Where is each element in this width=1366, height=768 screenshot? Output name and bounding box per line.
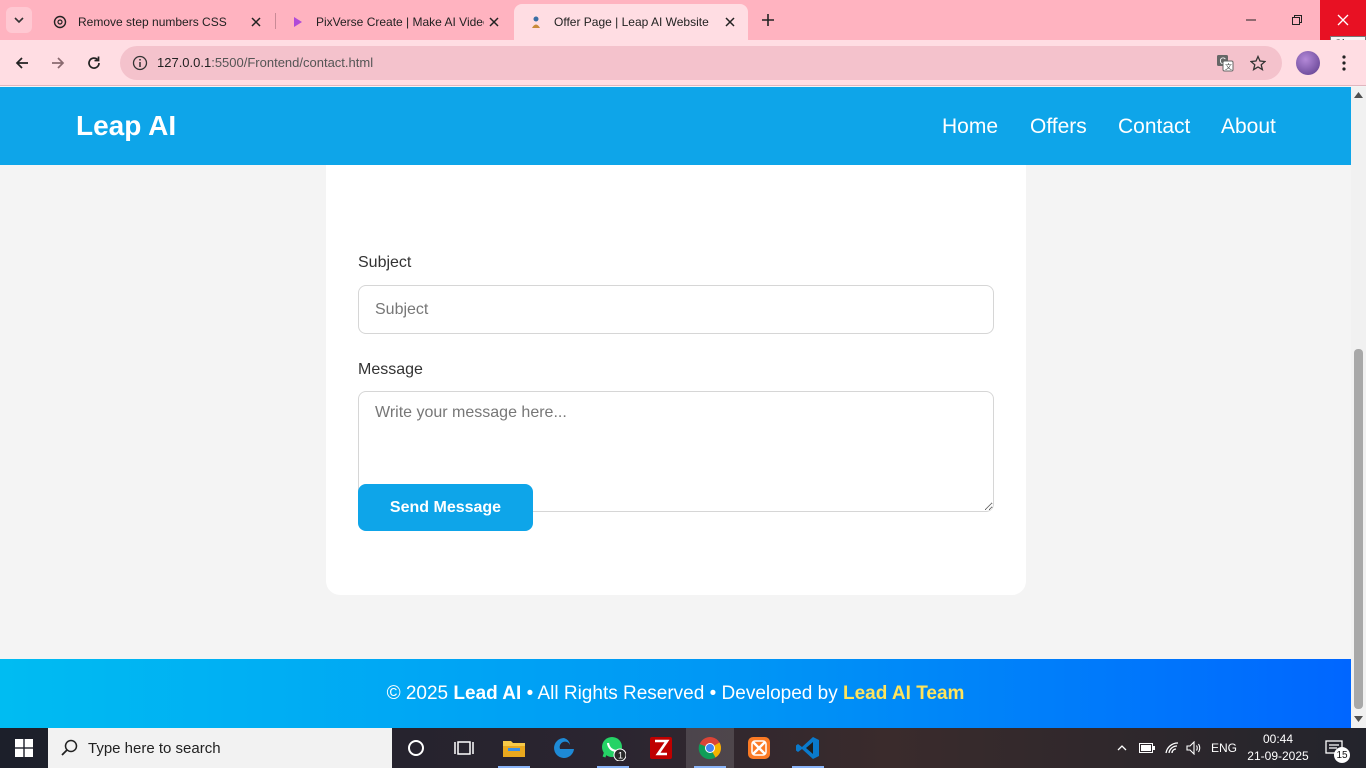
plus-icon <box>762 14 774 26</box>
tab-search-button[interactable] <box>6 7 32 33</box>
notification-badge: 15 <box>1334 747 1350 763</box>
start-button[interactable] <box>0 728 48 768</box>
cortana-icon[interactable] <box>392 728 440 768</box>
forward-button[interactable] <box>46 51 70 75</box>
reload-button[interactable] <box>82 51 106 75</box>
chrome-icon[interactable] <box>686 728 734 768</box>
nav-offers[interactable]: Offers <box>1030 115 1087 139</box>
restore-icon <box>1292 15 1302 25</box>
edge-icon[interactable] <box>540 728 588 768</box>
back-arrow-icon <box>15 57 28 69</box>
clock-time: 00:44 <box>1262 732 1294 746</box>
language-indicator[interactable]: ENG <box>1206 728 1242 768</box>
footer-brand: Lead AI <box>453 682 522 704</box>
chevron-down-icon <box>14 17 24 24</box>
minimize-button[interactable] <box>1228 0 1274 40</box>
tab-remove-step-numbers[interactable]: Remove step numbers CSS <box>38 4 274 40</box>
search-icon <box>61 739 78 756</box>
scroll-thumb[interactable] <box>1354 349 1363 709</box>
chevron-up-icon <box>1117 745 1127 751</box>
more-vertical-icon <box>1342 55 1346 71</box>
battery-icon[interactable] <box>1136 728 1158 768</box>
subject-label: Subject <box>358 254 412 271</box>
restore-button[interactable] <box>1274 0 1320 40</box>
vscode-icon[interactable] <box>784 728 832 768</box>
browser-tab-strip: Remove step numbers CSS PixVerse Create … <box>0 0 1366 40</box>
translate-icon[interactable]: G文 <box>1213 51 1237 75</box>
tab-pixverse[interactable]: PixVerse Create | Make AI Video <box>276 4 512 40</box>
close-icon[interactable] <box>722 14 738 30</box>
tab-title: Offer Page | Leap AI Website <box>554 15 709 29</box>
forward-arrow-icon <box>52 57 65 69</box>
site-logo[interactable]: Leap AI <box>76 110 176 142</box>
minimize-icon <box>1246 19 1256 21</box>
browser-toolbar: 127.0.0.1:5500/Frontend/contact.html G文 <box>0 40 1366 86</box>
back-button[interactable] <box>10 51 34 75</box>
tab-title: Remove step numbers CSS <box>78 15 227 29</box>
nav-home[interactable]: Home <box>942 115 998 139</box>
page-scrollbar[interactable] <box>1351 87 1366 728</box>
footer-team: Lead AI Team <box>843 682 965 704</box>
page-viewport: Subject Message Send Message Leap AI Hom… <box>0 87 1351 728</box>
taskbar-clock[interactable]: 00:44 21-09-2025 <box>1244 731 1312 765</box>
address-url: 127.0.0.1:5500/Frontend/contact.html <box>157 55 373 70</box>
whatsapp-badge: 1 <box>618 751 623 761</box>
nav-about[interactable]: About <box>1221 115 1276 139</box>
new-tab-button[interactable] <box>756 8 780 32</box>
volume-icon[interactable] <box>1184 728 1204 768</box>
nav-contact[interactable]: Contact <box>1118 115 1190 139</box>
url-host: 127.0.0.1 <box>157 55 212 70</box>
subject-input[interactable] <box>358 285 994 334</box>
site-footer: © 2025 Lead AI • All Rights Reserved • D… <box>0 659 1351 728</box>
tab-offer-page[interactable]: Offer Page | Leap AI Website <box>514 4 748 40</box>
scroll-up-icon[interactable] <box>1354 90 1363 99</box>
svg-text:文: 文 <box>1225 62 1232 71</box>
profile-avatar[interactable] <box>1296 51 1320 75</box>
tab-title: PixVerse Create | Make AI Video <box>316 15 484 29</box>
site-icon <box>528 14 544 30</box>
close-icon <box>1337 14 1349 26</box>
show-hidden-icons-button[interactable] <box>1112 728 1132 768</box>
taskbar-search-placeholder: Type here to search <box>88 740 221 757</box>
footer-copyright: © 2025 <box>386 682 454 704</box>
site-header: Leap AI Home Offers Contact About <box>0 87 1351 165</box>
bookmark-star-icon[interactable] <box>1246 51 1270 75</box>
contact-form-card: Subject Message Send Message <box>326 147 1026 595</box>
url-path: :5500/Frontend/contact.html <box>211 55 374 70</box>
message-label: Message <box>358 361 423 378</box>
reload-icon <box>88 56 100 69</box>
footer-rights: • All Rights Reserved • Developed by <box>521 682 843 704</box>
filezilla-icon[interactable] <box>637 728 685 768</box>
window-close-button[interactable] <box>1320 0 1366 40</box>
send-message-button[interactable]: Send Message <box>358 484 533 531</box>
pixverse-icon <box>290 14 306 30</box>
whatsapp-icon[interactable]: 1 <box>589 728 637 768</box>
xampp-icon[interactable] <box>735 728 783 768</box>
browser-menu-button[interactable] <box>1332 51 1356 75</box>
site-info-icon[interactable] <box>128 51 152 75</box>
windows-taskbar: Type here to search 1 ENG 00:44 21-09-20 <box>0 728 1366 768</box>
address-bar[interactable]: 127.0.0.1:5500/Frontend/contact.html G文 <box>120 46 1282 80</box>
file-explorer-icon[interactable] <box>490 728 538 768</box>
task-view-icon[interactable] <box>440 728 488 768</box>
taskbar-search[interactable]: Type here to search <box>48 728 392 768</box>
close-icon[interactable] <box>486 14 502 30</box>
windows-logo-icon <box>15 739 33 757</box>
close-icon[interactable] <box>248 14 264 30</box>
wifi-icon[interactable] <box>1161 728 1183 768</box>
chatgpt-icon <box>52 14 68 30</box>
scroll-down-icon[interactable] <box>1354 714 1363 723</box>
clock-date: 21-09-2025 <box>1247 749 1309 763</box>
